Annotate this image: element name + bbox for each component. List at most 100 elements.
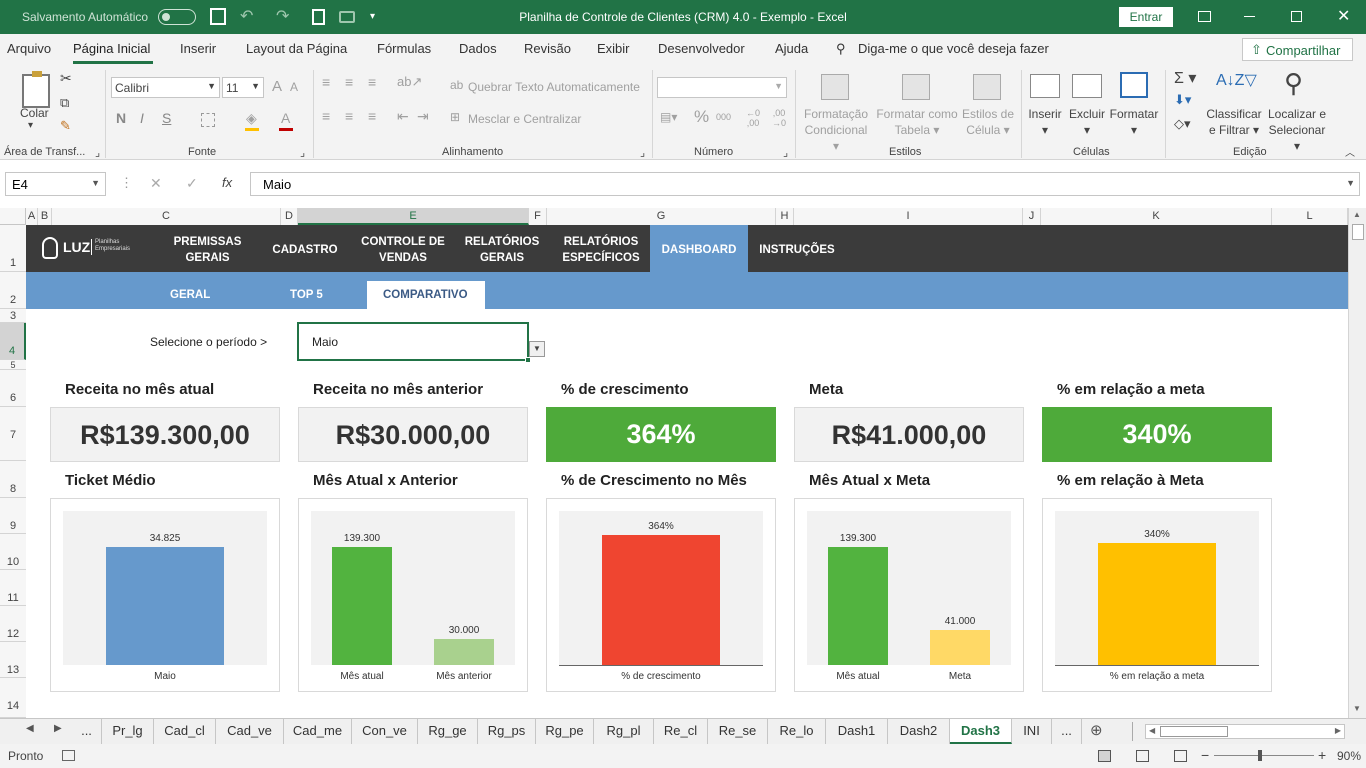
minimize-icon[interactable] [1244, 16, 1255, 17]
column-header[interactable]: I [794, 208, 1023, 225]
sheet-tab[interactable]: INI [1012, 719, 1052, 744]
number-launcher-icon[interactable]: ⌟ [783, 146, 788, 159]
chart-mes-atual-anterior[interactable]: 139.300 30.000 Mês atual Mês anterior [298, 498, 528, 692]
merge-center-button[interactable]: Mesclar e Centralizar [468, 112, 581, 126]
sheet-tab[interactable]: Re_se [708, 719, 768, 744]
sheet-tab[interactable]: Rg_ps [478, 719, 536, 744]
paste-dropdown-icon[interactable]: ▾ [28, 120, 33, 131]
align-left-icon[interactable]: ≡ [322, 108, 330, 124]
row-header[interactable]: 3 [0, 309, 26, 323]
column-header[interactable]: B [38, 208, 52, 225]
grow-font-icon[interactable]: A [272, 78, 282, 95]
cancel-icon[interactable]: ✕ [150, 175, 162, 192]
sign-in-button[interactable]: Entrar [1119, 7, 1173, 27]
find-select-button[interactable]: Localizar e Selecionar ▾ [1264, 106, 1330, 154]
zoom-level[interactable]: 90% [1337, 749, 1361, 763]
column-header-selected[interactable]: E [298, 208, 529, 225]
nav-relatorios-especificos[interactable]: RELATÓRIOS ESPECÍFICOS [553, 234, 649, 266]
sheet-tab[interactable]: Rg_pl [594, 719, 654, 744]
row-header[interactable]: 10 [0, 534, 26, 570]
borders-icon[interactable] [201, 113, 215, 127]
sheet-tab[interactable]: Rg_ge [418, 719, 478, 744]
row-header[interactable]: 2 [0, 272, 26, 309]
subnav-comparativo[interactable]: COMPARATIVO [383, 289, 468, 301]
fill-icon[interactable]: ⬇▾ [1174, 92, 1191, 108]
format-as-table-button[interactable]: Formatar como Tabela ▾ [874, 106, 960, 138]
nav-cadastro[interactable]: CADASTRO [262, 242, 348, 258]
percent-icon[interactable]: % [694, 107, 709, 127]
nav-dashboard[interactable]: DASHBOARD [650, 242, 748, 258]
underline-button[interactable]: S [162, 110, 171, 126]
row-header[interactable]: 13 [0, 642, 26, 678]
select-all-corner[interactable] [0, 208, 26, 225]
collapse-ribbon-icon[interactable]: ︿ [1345, 144, 1355, 159]
font-launcher-icon[interactable]: ⌟ [300, 146, 305, 159]
scroll-left-icon[interactable]: ◀ [1149, 726, 1155, 735]
sheet-tab-active[interactable]: Dash3 [950, 719, 1012, 744]
orientation-icon[interactable]: ab↗ [397, 74, 422, 90]
chart-relacao-meta[interactable]: 340% % em relação a meta [1042, 498, 1272, 692]
sheet-tab[interactable]: Re_cl [654, 719, 708, 744]
tab-inserir[interactable]: Inserir [180, 41, 216, 56]
ribbon-display-icon[interactable] [1198, 11, 1211, 22]
column-header[interactable]: C [52, 208, 281, 225]
scroll-down-icon[interactable]: ▼ [1353, 704, 1361, 713]
sheet-tab[interactable]: Pr_lg [102, 719, 154, 744]
tell-me-input[interactable]: Diga-me o que você deseja fazer [858, 41, 1049, 56]
shrink-font-icon[interactable]: A [290, 80, 298, 94]
delete-cells-button[interactable]: Excluir ▾ [1068, 106, 1106, 138]
row-header[interactable]: 6 [0, 370, 26, 407]
tab-dados[interactable]: Dados [459, 41, 497, 56]
sheet-tab[interactable]: Re_lo [768, 719, 826, 744]
scroll-thumb[interactable] [1352, 224, 1364, 240]
font-color-icon[interactable]: A [281, 110, 290, 126]
sheet-tab[interactable]: ... [72, 719, 102, 744]
align-middle-icon[interactable]: ≡ [345, 74, 353, 90]
autosave-toggle[interactable] [158, 9, 196, 25]
row-header[interactable]: 5 [0, 360, 26, 370]
close-icon[interactable]: ✕ [1337, 0, 1350, 34]
chart-mes-atual-meta[interactable]: 139.300 41.000 Mês atual Meta [794, 498, 1024, 692]
column-header[interactable]: K [1041, 208, 1272, 225]
subnav-top5[interactable]: TOP 5 [290, 289, 323, 301]
conditional-formatting-button[interactable]: Formatação Condicional ▾ [800, 106, 872, 154]
fill-handle[interactable] [525, 357, 531, 363]
column-header[interactable]: A [26, 208, 38, 225]
column-header[interactable]: D [281, 208, 298, 225]
autosum-icon[interactable]: Σ ▾ [1174, 68, 1196, 88]
name-box[interactable]: E4 ▼ [5, 172, 106, 196]
nav-relatorios-gerais[interactable]: RELATÓRIOS GERAIS [456, 234, 548, 266]
zoom-slider[interactable] [1214, 755, 1314, 756]
horizontal-scrollbar[interactable]: ◀ ▶ [1145, 724, 1345, 739]
sheet-tab[interactable]: Cad_ve [216, 719, 284, 744]
font-name-select[interactable]: Calibri ▼ [111, 77, 220, 98]
format-painter-icon[interactable]: ✎ [60, 118, 71, 134]
wrap-text-button[interactable]: Quebrar Texto Automaticamente [468, 80, 640, 94]
customize-qat-icon[interactable]: ▾ [370, 0, 375, 34]
column-header[interactable]: L [1272, 208, 1348, 225]
column-header[interactable]: H [776, 208, 794, 225]
outdent-icon[interactable]: ⇥ [417, 108, 429, 125]
zoom-slider-thumb[interactable] [1258, 750, 1262, 761]
paste-icon[interactable] [22, 71, 50, 108]
row-header[interactable]: 9 [0, 498, 26, 534]
accounting-icon[interactable]: ▤▾ [660, 110, 677, 124]
fill-color-icon[interactable]: ◈ [246, 110, 257, 127]
sheet-tab[interactable]: Dash1 [826, 719, 888, 744]
row-header[interactable]: 8 [0, 461, 26, 498]
share-button[interactable]: ⇧ Compartilhar [1242, 38, 1353, 61]
period-select-cell[interactable]: Maio [297, 322, 531, 363]
tab-scroll-right-icon[interactable]: ▶ [54, 723, 62, 734]
camera-icon[interactable] [339, 11, 355, 23]
comma-style-icon[interactable]: 000 [716, 112, 731, 122]
chart-ticket-medio[interactable]: 34.825 Maio [50, 498, 280, 692]
bold-button[interactable]: N [116, 110, 126, 126]
number-format-select[interactable]: ▼ [657, 77, 787, 98]
formula-input[interactable]: Maio ▼ [250, 172, 1360, 196]
decrease-decimal-icon[interactable]: ,00 →0 [772, 108, 786, 128]
insert-cells-button[interactable]: Inserir ▾ [1026, 106, 1064, 138]
row-header[interactable]: 7 [0, 407, 26, 461]
normal-view-icon[interactable] [1098, 750, 1111, 762]
tab-pagina-inicial[interactable]: Página Inicial [73, 41, 150, 56]
format-cells-button[interactable]: Formatar ▾ [1108, 106, 1160, 138]
